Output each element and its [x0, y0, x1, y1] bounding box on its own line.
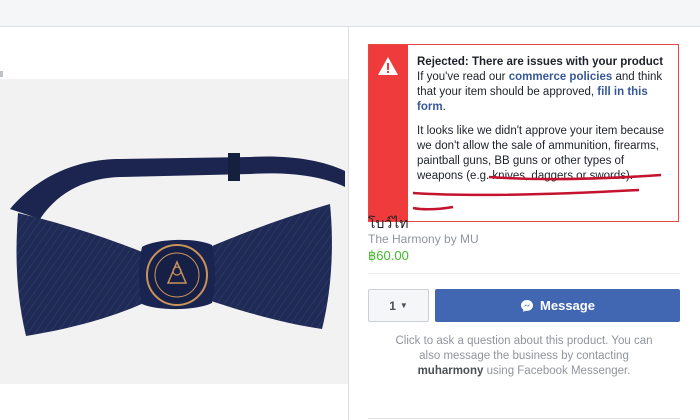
message-button[interactable]: Message	[435, 289, 680, 322]
carousel-edge	[0, 71, 3, 77]
product-price: ฿60.00	[368, 248, 409, 263]
product-details-pane: Rejected: There are issues with your pro…	[349, 27, 700, 420]
bow-tie-image	[0, 79, 348, 384]
bottom-rule	[368, 418, 680, 419]
section-divider	[368, 273, 680, 274]
product-photo[interactable]	[0, 79, 348, 384]
business-name[interactable]: muharmony	[418, 365, 484, 377]
help-after: using Facebook Messenger.	[486, 365, 631, 377]
product-seller[interactable]: The Harmony by MU	[368, 232, 479, 246]
message-help-text: Click to ask a question about this produ…	[389, 334, 659, 379]
product-image-pane	[0, 27, 348, 420]
messenger-icon	[521, 299, 534, 312]
top-strip	[0, 0, 700, 27]
message-button-label: Message	[540, 298, 595, 313]
quantity-value: 1	[389, 298, 396, 313]
chevron-down-icon: ▼	[399, 301, 408, 310]
help-before: Click to ask a question about this produ…	[395, 335, 653, 362]
quantity-select[interactable]: 1 ▼	[368, 289, 429, 322]
rejection-alert: Rejected: There are issues with your pro…	[368, 44, 679, 222]
highlight-underlines	[412, 173, 662, 211]
